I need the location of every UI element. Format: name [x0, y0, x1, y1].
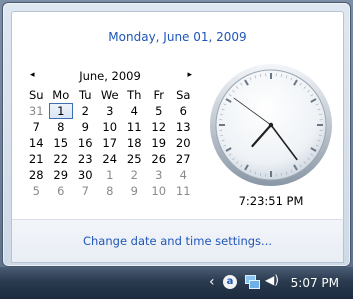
weekday-label: Fr [153, 88, 164, 102]
day-cell[interactable]: 6 [171, 103, 196, 119]
notification-area: ‹ a ◀) 5:07 PM [193, 267, 353, 299]
date-time-flyout: Monday, June 01, 2009 ◂ June, 2009 ▸ Su M… [2, 2, 351, 267]
day-cell[interactable]: 2 [73, 103, 98, 119]
day-cell[interactable]: 8 [98, 183, 123, 199]
month-label[interactable]: June, 2009 [24, 69, 196, 83]
clock-center [268, 122, 274, 128]
antivirus-icon[interactable]: a [223, 275, 237, 289]
day-cell[interactable]: 5 [24, 183, 49, 199]
day-cell[interactable]: 3 [147, 167, 172, 183]
current-date-link[interactable]: Monday, June 01, 2009 [12, 30, 343, 44]
day-cell[interactable]: 21 [24, 151, 49, 167]
day-cell[interactable]: 30 [73, 167, 98, 183]
day-cell[interactable]: 9 [73, 119, 98, 135]
day-cell[interactable]: 15 [49, 135, 74, 151]
day-cell[interactable]: 7 [73, 183, 98, 199]
day-cell[interactable]: 10 [98, 119, 123, 135]
calendar-days: 31 1 2 3 4 5 6 7 8 9 10 11 12 13 14 15 16 17 18 19 20 21 22 23 2… [24, 103, 196, 199]
change-date-time-settings-link[interactable]: Change date and time settings... [12, 234, 343, 248]
weekday-label: We [100, 88, 119, 102]
day-cell[interactable]: 8 [49, 119, 74, 135]
weekday-label: Th [127, 88, 142, 102]
day-cell[interactable]: 1 [98, 167, 123, 183]
flyout-footer: Change date and time settings... [11, 219, 344, 263]
day-cell[interactable]: 20 [171, 135, 196, 151]
day-cell[interactable]: 23 [73, 151, 98, 167]
calendar-week-row: 7 8 9 10 11 12 13 [24, 119, 196, 135]
day-cell[interactable]: 17 [98, 135, 123, 151]
day-cell[interactable]: 13 [171, 119, 196, 135]
day-cell[interactable]: 6 [49, 183, 74, 199]
weekday-label: Mo [52, 88, 70, 102]
calendar-week-row: 14 15 16 17 18 19 20 [24, 135, 196, 151]
day-cell[interactable]: 4 [122, 103, 147, 119]
day-cell[interactable]: 12 [147, 119, 172, 135]
day-cell[interactable]: 11 [122, 119, 147, 135]
volume-icon[interactable]: ◀) [265, 273, 279, 287]
chevron-left-icon[interactable]: ‹ [209, 274, 215, 290]
day-cell[interactable]: 4 [171, 167, 196, 183]
calendar-week-row: 21 22 23 24 25 26 27 [24, 151, 196, 167]
day-cell[interactable]: 10 [147, 183, 172, 199]
day-cell[interactable]: 2 [122, 167, 147, 183]
day-cell[interactable]: 25 [122, 151, 147, 167]
calendar-grid: Su Mo Tu We Th Fr Sa 31 1 2 3 4 5 6 7 8 9 10 11 12 13 14 15 16… [24, 87, 196, 199]
day-cell[interactable]: 27 [171, 151, 196, 167]
calendar-week-row: 28 29 30 1 2 3 4 [24, 167, 196, 183]
calendar-week-row: 5 6 7 8 9 10 11 [24, 183, 196, 199]
day-cell[interactable]: 16 [73, 135, 98, 151]
calendar-clock-panel: Monday, June 01, 2009 ◂ June, 2009 ▸ Su M… [11, 11, 344, 220]
next-month-arrow-icon[interactable]: ▸ [187, 70, 192, 80]
day-cell[interactable]: 26 [147, 151, 172, 167]
taskbar-clock[interactable]: 5:07 PM [291, 276, 339, 290]
weekday-row: Su Mo Tu We Th Fr Sa [24, 87, 196, 103]
selected-day-cell[interactable]: 1 [48, 103, 73, 119]
calendar-header: ◂ June, 2009 ▸ [24, 68, 196, 86]
day-cell[interactable]: 3 [98, 103, 123, 119]
calendar-week-row: 31 1 2 3 4 5 6 [24, 103, 196, 119]
day-cell[interactable]: 19 [147, 135, 172, 151]
day-cell[interactable]: 9 [122, 183, 147, 199]
weekday-label: Tu [78, 88, 92, 102]
analog-clock [210, 64, 332, 186]
day-cell[interactable]: 31 [24, 103, 49, 119]
digital-time: 7:23:51 PM [238, 194, 304, 208]
network-icon[interactable] [245, 275, 260, 289]
taskbar: ‹ a ◀) 5:07 PM [0, 267, 353, 299]
day-cell[interactable]: 14 [24, 135, 49, 151]
day-cell[interactable]: 22 [49, 151, 74, 167]
day-cell[interactable]: 5 [147, 103, 172, 119]
weekday-label: Sa [176, 88, 191, 102]
day-cell[interactable]: 28 [24, 167, 49, 183]
day-cell[interactable]: 29 [49, 167, 74, 183]
calendar: ◂ June, 2009 ▸ Su Mo Tu We Th Fr Sa 31 1 2 3 4 5 6 7 8… [24, 68, 196, 199]
day-cell[interactable]: 18 [122, 135, 147, 151]
day-cell[interactable]: 24 [98, 151, 123, 167]
day-cell[interactable]: 7 [24, 119, 49, 135]
day-cell[interactable]: 11 [171, 183, 196, 199]
weekday-label: Su [28, 88, 44, 102]
